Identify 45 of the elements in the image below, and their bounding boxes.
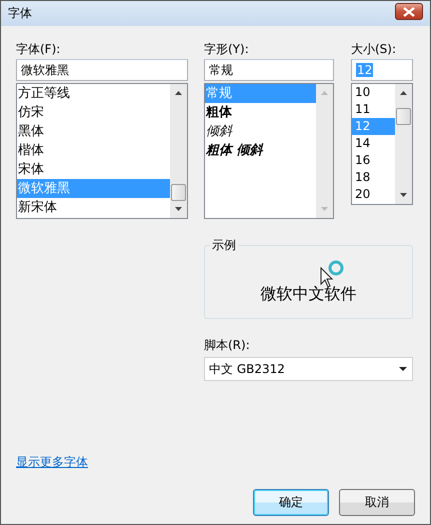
style-field[interactable]: 常规: [204, 59, 334, 81]
scroll-up-icon: [321, 91, 328, 95]
font-item[interactable]: 宋体: [17, 160, 170, 179]
style-item[interactable]: 粗体: [205, 103, 316, 122]
style-item[interactable]: 粗体 倾斜: [205, 141, 316, 160]
size-item[interactable]: 18: [352, 169, 395, 186]
dropdown-caret-icon: [399, 367, 407, 371]
scroll-down-icon: [400, 193, 407, 197]
size-item[interactable]: 11: [352, 101, 395, 118]
font-field[interactable]: 微软雅黑: [16, 59, 188, 81]
scroll-up-icon: [175, 91, 182, 95]
script-dropdown[interactable]: 中文 GB2312: [204, 357, 413, 381]
size-label: 大小(S):: [351, 41, 398, 55]
font-list[interactable]: 方正等线 仿宋 黑体 楷体 宋体 微软雅黑 新宋体: [16, 83, 188, 219]
scroll-up-icon: [400, 91, 407, 95]
more-fonts-link[interactable]: 显示更多字体: [16, 454, 88, 471]
font-item[interactable]: 仿宋: [17, 103, 170, 122]
font-item[interactable]: 楷体: [17, 141, 170, 160]
close-button[interactable]: [395, 3, 423, 20]
scroll-down-icon: [321, 207, 328, 211]
close-icon: [403, 6, 415, 16]
font-item[interactable]: 新宋体: [17, 198, 170, 217]
scrollbar[interactable]: [170, 84, 187, 218]
window-title: 字体: [8, 5, 32, 22]
size-item[interactable]: 20: [352, 186, 395, 203]
size-item[interactable]: 14: [352, 135, 395, 152]
size-item[interactable]: 10: [352, 84, 395, 101]
scroll-down-icon: [175, 207, 182, 211]
size-list[interactable]: 10 11 12 14 16 18 20: [351, 83, 413, 205]
scroll-thumb[interactable]: [171, 184, 186, 201]
style-label: 字形(Y):: [204, 41, 250, 55]
sample-text: 微软中文软件: [260, 284, 356, 305]
style-item[interactable]: 倾斜: [205, 122, 316, 141]
scroll-thumb[interactable]: [396, 108, 411, 125]
cancel-button[interactable]: 取消: [339, 489, 415, 516]
style-list[interactable]: 常规 粗体 倾斜 粗体 倾斜: [204, 83, 334, 219]
size-item[interactable]: 16: [352, 152, 395, 169]
scrollbar[interactable]: [395, 84, 412, 204]
font-item[interactable]: 方正等线: [17, 84, 170, 103]
script-label: 脚本(R):: [204, 337, 251, 351]
sample-label: 示例: [211, 237, 237, 254]
scrollbar[interactable]: [316, 84, 333, 218]
ok-button[interactable]: 确定: [253, 489, 329, 516]
font-label: 字体(F):: [16, 41, 62, 55]
font-item[interactable]: 黑体: [17, 122, 170, 141]
